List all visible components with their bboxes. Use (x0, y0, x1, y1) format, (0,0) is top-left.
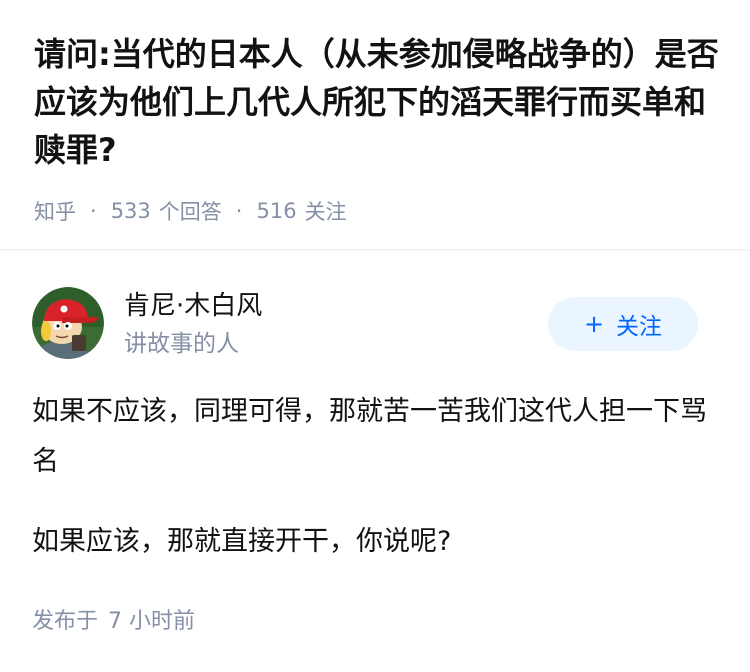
meta-separator: · (235, 199, 243, 223)
answer-paragraph: 如果不应该，同理可得，那就苦一苦我们这代人担一下骂名 (32, 396, 707, 477)
answer-count: 533 (110, 199, 151, 223)
author-bio: 讲故事的人 (124, 331, 239, 357)
answer-count-label: 个回答 (158, 200, 222, 224)
publish-time: 发布于 7 小时前 (32, 603, 205, 635)
author-name[interactable]: 肯尼·木白风 (124, 289, 262, 323)
answer-content[interactable]: 如果不应该，同理可得，那就苦一苦我们这代人担一下骂名 如果应该，那就直接开干，你… (32, 387, 712, 597)
question-meta: 知乎 · 533 个回答 · 516 关注 (34, 196, 347, 226)
question-header: 请问:当代的日本人（从未参加侵略战争的）是否应该为他们上几代人所犯下的滔天罪行而… (0, 0, 750, 250)
answer-paragraph: 如果应该，那就直接开干，你说呢? (32, 526, 452, 557)
follow-button-label: 关注 (616, 314, 663, 340)
cartoon-avatar-icon (32, 287, 104, 359)
question-source[interactable]: 知乎 (34, 196, 76, 226)
follower-count-label: 关注 (304, 200, 347, 224)
plus-icon: + (583, 310, 605, 338)
meta-separator: · (90, 199, 97, 223)
publish-time-value: 7 小时前 (108, 609, 196, 634)
author-avatar[interactable] (32, 287, 104, 359)
follower-count: 516 (256, 199, 297, 223)
publish-label: 发布于 (32, 609, 99, 634)
question-title[interactable]: 请问:当代的日本人（从未参加侵略战争的）是否应该为他们上几代人所犯下的滔天罪行而… (34, 30, 724, 174)
answer-card: 肯尼·木白风 讲故事的人 + 关注 如果不应该，同理可得，那就苦一苦我们这代人担… (0, 251, 750, 672)
follow-button[interactable]: + 关注 (548, 297, 698, 351)
